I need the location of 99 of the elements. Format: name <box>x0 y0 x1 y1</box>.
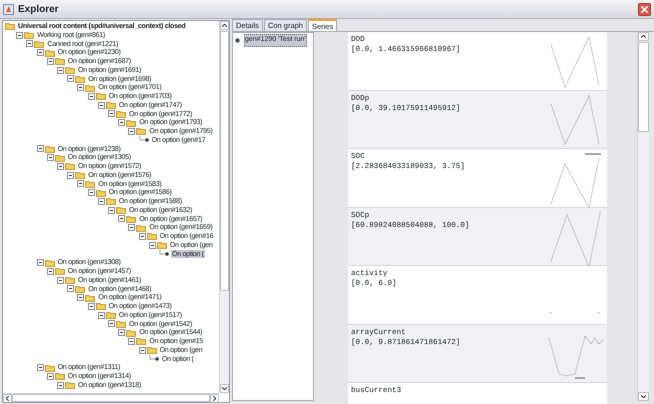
folder-icon <box>24 31 34 40</box>
collapse-icon[interactable] <box>46 372 54 380</box>
scroll-down-icon <box>222 387 227 390</box>
folder-icon <box>75 284 86 293</box>
folder-icon <box>106 101 116 110</box>
scroll-left-icon <box>6 396 9 401</box>
collapse-icon[interactable] <box>36 49 44 56</box>
folder-icon <box>146 346 157 354</box>
folder-icon <box>106 197 116 206</box>
scroll-thumb[interactable] <box>220 31 229 291</box>
scroll-up-icon <box>641 35 646 38</box>
collapse-icon[interactable] <box>118 119 126 126</box>
folder-icon <box>116 320 126 328</box>
folder-icon <box>44 258 55 267</box>
folder-icon <box>126 214 136 223</box>
collapse-icon[interactable] <box>57 276 64 284</box>
folder-icon <box>54 57 65 66</box>
collapse-icon[interactable] <box>128 224 136 232</box>
scroll-up-icon <box>222 24 227 27</box>
collapse-icon[interactable] <box>77 180 84 188</box>
scroll-thumb[interactable] <box>638 42 649 132</box>
collapse-icon[interactable] <box>26 40 34 48</box>
folder-icon <box>44 364 55 372</box>
collapse-icon[interactable] <box>88 92 95 100</box>
bullet-icon <box>235 38 240 43</box>
folder-icon <box>96 302 106 310</box>
collapse-icon[interactable] <box>128 128 136 135</box>
collapse-icon[interactable] <box>138 232 146 240</box>
collapse-icon[interactable] <box>118 329 126 336</box>
leaf-node-icon <box>148 354 159 363</box>
folder-icon <box>126 328 136 337</box>
collapse-icon[interactable] <box>98 198 105 205</box>
folder-icon <box>54 267 65 276</box>
folder-icon <box>34 40 44 48</box>
folder-icon <box>146 232 157 240</box>
sparkline <box>548 334 604 378</box>
collapse-icon[interactable] <box>108 320 115 328</box>
collapse-icon[interactable] <box>67 75 74 82</box>
folder-icon <box>85 84 96 92</box>
collapse-icon[interactable] <box>36 145 44 152</box>
collapse-icon[interactable] <box>128 338 136 345</box>
collapse-icon[interactable] <box>118 215 126 222</box>
folder-icon <box>44 48 55 57</box>
folder-icon <box>75 171 86 180</box>
folder-icon <box>65 276 75 284</box>
window-title: Explorer <box>18 2 59 16</box>
folder-icon <box>116 110 126 118</box>
sparkline <box>550 210 602 268</box>
folder-icon <box>65 66 75 74</box>
folder-icon <box>54 372 65 380</box>
collapse-icon[interactable] <box>67 172 74 179</box>
scroll-down-icon <box>641 395 646 398</box>
collapse-icon[interactable] <box>16 32 24 39</box>
collapse-icon[interactable] <box>67 285 74 292</box>
leaf-node-icon <box>159 250 169 258</box>
folder-icon <box>85 294 96 302</box>
folder-icon <box>126 118 136 127</box>
collapse-icon[interactable] <box>57 66 64 74</box>
folder-icon <box>65 381 75 390</box>
collapse-icon[interactable] <box>138 346 146 354</box>
collapse-icon[interactable] <box>98 102 105 109</box>
leaf-node-icon <box>138 136 149 144</box>
vertical-scrollbar[interactable] <box>219 21 229 393</box>
collapse-icon[interactable] <box>36 364 44 372</box>
horizontal-scrollbar[interactable] <box>3 393 219 402</box>
folder-icon <box>65 162 75 170</box>
collapse-icon[interactable] <box>108 206 115 214</box>
collapse-icon[interactable] <box>57 162 64 170</box>
collapse-icon[interactable] <box>77 294 84 302</box>
folder-icon <box>116 206 126 214</box>
folder-icon <box>96 92 106 100</box>
collapse-icon[interactable] <box>98 312 105 319</box>
folder-icon <box>44 144 55 153</box>
folder-icon <box>75 74 86 83</box>
collapse-icon[interactable] <box>148 242 156 249</box>
folder-icon <box>156 241 167 250</box>
collapse-icon[interactable] <box>77 84 84 92</box>
folder-icon <box>106 311 116 320</box>
scroll-right-icon <box>213 396 216 401</box>
scroll-thumb[interactable] <box>12 394 210 402</box>
folder-icon <box>96 188 106 197</box>
folder-icon <box>136 224 146 232</box>
vertical-scrollbar[interactable] <box>637 32 649 401</box>
collapse-icon[interactable] <box>88 189 95 196</box>
folder-icon <box>5 22 15 30</box>
close-button[interactable] <box>638 2 651 16</box>
folder-icon <box>85 180 96 188</box>
folder-icon <box>54 154 65 162</box>
collapse-icon[interactable] <box>108 110 115 118</box>
collapse-icon[interactable] <box>46 268 54 275</box>
collapse-icon[interactable] <box>46 58 54 65</box>
collapse-icon[interactable] <box>57 382 64 389</box>
collapse-icon[interactable] <box>88 302 95 310</box>
collapse-icon[interactable] <box>46 154 54 162</box>
folder-icon <box>136 337 146 346</box>
folder-icon <box>136 127 146 136</box>
app-icon <box>3 4 14 14</box>
collapse-icon[interactable] <box>36 259 44 266</box>
sparkline <box>550 153 602 209</box>
